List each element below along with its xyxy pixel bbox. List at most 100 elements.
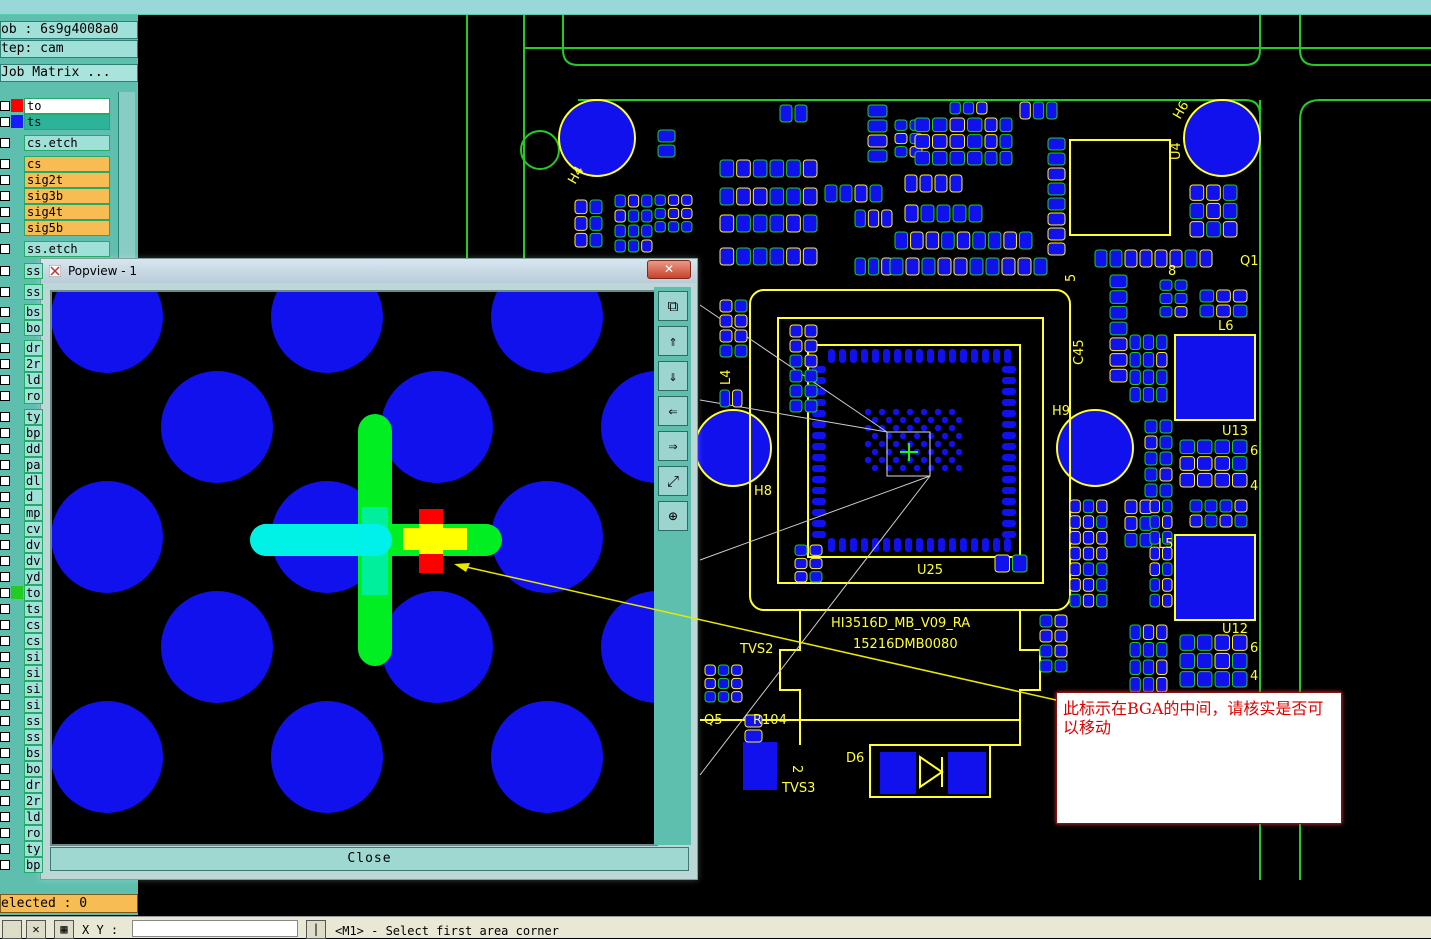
- layer-row[interactable]: si: [0, 681, 43, 697]
- menu-button[interactable]: [2, 920, 22, 939]
- layer-row[interactable]: ld: [0, 372, 43, 388]
- layer-row[interactable]: dv: [0, 553, 43, 569]
- layer-row[interactable]: ro: [0, 388, 43, 404]
- layer-checkbox[interactable]: [0, 812, 10, 822]
- layer-name[interactable]: to: [24, 98, 110, 114]
- layer-name[interactable]: 2r: [24, 793, 43, 809]
- layer-row[interactable]: ld: [0, 809, 43, 825]
- layer-name[interactable]: mp: [24, 505, 43, 521]
- layer-row[interactable]: yd: [0, 569, 43, 585]
- layer-row[interactable]: dr: [0, 777, 43, 793]
- cancel-icon[interactable]: ✕: [26, 920, 46, 939]
- layer-checkbox[interactable]: [0, 266, 10, 276]
- layer-checkbox[interactable]: [0, 604, 10, 614]
- layer-name[interactable]: ld: [24, 372, 43, 388]
- layer-name[interactable]: ss: [24, 729, 43, 745]
- layer-checkbox[interactable]: [0, 343, 10, 353]
- layer-checkbox[interactable]: [0, 732, 10, 742]
- layer-checkbox[interactable]: [0, 556, 10, 566]
- layer-checkbox[interactable]: [0, 444, 10, 454]
- layer-name[interactable]: bo: [24, 761, 43, 777]
- layer-name[interactable]: ld: [24, 809, 43, 825]
- layer-name[interactable]: dl: [24, 473, 43, 489]
- layer-row[interactable]: sig2t: [0, 172, 138, 188]
- layer-checkbox[interactable]: [0, 191, 10, 201]
- layer-name[interactable]: cs: [24, 633, 43, 649]
- layer-row[interactable]: cv: [0, 521, 43, 537]
- layer-row[interactable]: cs: [0, 633, 43, 649]
- layer-checkbox[interactable]: [0, 323, 10, 333]
- center-icon[interactable]: ⊕: [658, 501, 688, 531]
- layer-row[interactable]: bs: [0, 745, 43, 761]
- layer-name[interactable]: ts: [24, 114, 110, 130]
- layer-name[interactable]: pa: [24, 457, 43, 473]
- layer-name[interactable]: bs: [24, 304, 43, 320]
- layer-row[interactable]: sig5b: [0, 220, 138, 236]
- layer-name[interactable]: si: [24, 681, 43, 697]
- layer-name[interactable]: yd: [24, 569, 43, 585]
- layer-name[interactable]: sig3b: [24, 188, 110, 204]
- layer-name[interactable]: ty: [24, 409, 43, 425]
- layer-name[interactable]: d: [24, 489, 43, 505]
- layer-checkbox[interactable]: [0, 307, 10, 317]
- layer-name[interactable]: ss: [24, 284, 43, 300]
- layer-row[interactable]: si: [0, 649, 43, 665]
- layer-checkbox[interactable]: [0, 780, 10, 790]
- layer-checkbox[interactable]: [0, 207, 10, 217]
- layer-name[interactable]: sig2t: [24, 172, 110, 188]
- pan-right-icon[interactable]: ⇒: [658, 431, 688, 461]
- layer-checkbox[interactable]: [0, 244, 10, 254]
- popview-canvas[interactable]: [50, 261, 713, 846]
- layer-row[interactable]: bo: [0, 761, 43, 777]
- layer-row[interactable]: si: [0, 665, 43, 681]
- layer-name[interactable]: cs.etch: [24, 135, 110, 151]
- layer-row[interactable]: bp.d: [0, 857, 43, 873]
- layer-checkbox[interactable]: [0, 359, 10, 369]
- layer-row[interactable]: ss: [0, 284, 43, 300]
- layer-checkbox[interactable]: [0, 101, 10, 111]
- layer-checkbox[interactable]: [0, 476, 10, 486]
- close-button[interactable]: Close: [50, 847, 689, 871]
- layer-row[interactable]: to: [0, 98, 138, 114]
- layer-checkbox[interactable]: [0, 159, 10, 169]
- layer-row[interactable]: ts: [0, 114, 138, 130]
- layer-checkbox[interactable]: [0, 287, 10, 297]
- layer-checkbox[interactable]: [0, 620, 10, 630]
- layer-checkbox[interactable]: [0, 492, 10, 502]
- layer-name[interactable]: si: [24, 649, 43, 665]
- pan-left-icon[interactable]: ⇐: [658, 396, 688, 426]
- layer-row[interactable]: cs.etch: [0, 135, 138, 151]
- layer-name[interactable]: 2r: [24, 356, 43, 372]
- layer-name[interactable]: cs: [24, 617, 43, 633]
- layer-name[interactable]: ro: [24, 388, 43, 404]
- layer-row[interactable]: sig3b: [0, 188, 138, 204]
- layer-name[interactable]: dv: [24, 537, 43, 553]
- divider-button[interactable]: |: [306, 920, 326, 939]
- zoom-fit-icon[interactable]: ⤢: [658, 466, 688, 496]
- layer-checkbox[interactable]: [0, 223, 10, 233]
- layer-row[interactable]: dr: [0, 340, 43, 356]
- layer-name[interactable]: dr: [24, 340, 43, 356]
- layer-name[interactable]: ty: [24, 841, 43, 857]
- layer-checkbox[interactable]: [0, 572, 10, 582]
- layer-name[interactable]: bp: [24, 425, 43, 441]
- layer-row[interactable]: pa: [0, 457, 43, 473]
- layer-checkbox[interactable]: [0, 524, 10, 534]
- layer-name[interactable]: bs: [24, 745, 43, 761]
- layer-row[interactable]: dd: [0, 441, 43, 457]
- layer-row[interactable]: ro: [0, 825, 43, 841]
- layer-row[interactable]: bp: [0, 425, 43, 441]
- layer-name[interactable]: ss: [24, 263, 43, 279]
- layer-name[interactable]: dr: [24, 777, 43, 793]
- layer-row[interactable]: sig4t: [0, 204, 138, 220]
- layer-checkbox[interactable]: [0, 588, 10, 598]
- layer-checkbox[interactable]: [0, 652, 10, 662]
- layer-name[interactable]: si: [24, 665, 43, 681]
- layer-checkbox[interactable]: [0, 748, 10, 758]
- layer-row[interactable]: mp: [0, 505, 43, 521]
- layer-name[interactable]: to: [24, 585, 43, 601]
- layer-checkbox[interactable]: [0, 668, 10, 678]
- layer-row[interactable]: ty: [0, 841, 43, 857]
- layer-row[interactable]: ty: [0, 409, 43, 425]
- layer-checkbox[interactable]: [0, 117, 10, 127]
